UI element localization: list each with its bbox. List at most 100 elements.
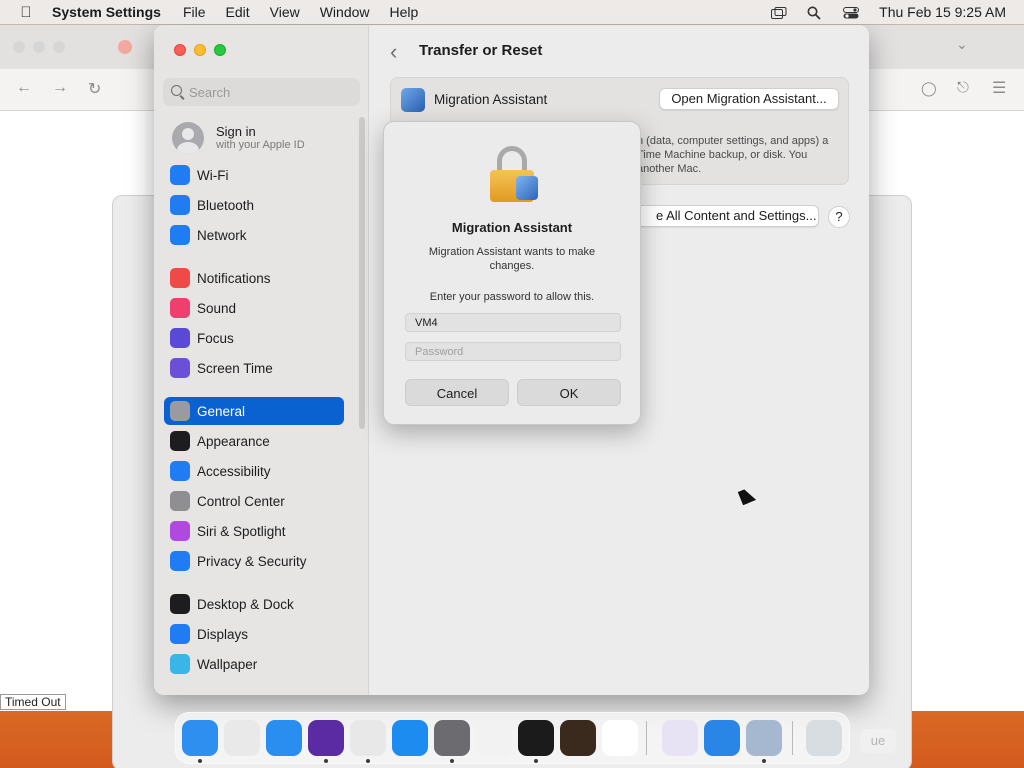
- window-close-button[interactable]: [174, 44, 186, 56]
- sidebar-item-control-center[interactable]: Control Center: [164, 487, 344, 515]
- sidebar-item-notifications[interactable]: Notifications: [164, 264, 344, 292]
- sidebar-item-wi-fi[interactable]: Wi-Fi: [164, 161, 344, 189]
- sidebar-item-screen-time[interactable]: Screen Time: [164, 354, 344, 382]
- sidebar-item-label: Displays: [197, 626, 249, 642]
- sidebar-item-desktop-dock[interactable]: Desktop & Dock: [164, 590, 344, 618]
- sound-speaker-icon: [170, 298, 190, 318]
- dialog-prompt: Enter your password to allow this.: [429, 291, 595, 303]
- window-minimize-button[interactable]: [194, 44, 206, 56]
- sidebar-item-label: Notifications: [197, 270, 271, 286]
- browser-menu-icon[interactable]: ☰: [992, 78, 1006, 98]
- avatar: [172, 122, 204, 154]
- vscode-icon[interactable]: [602, 720, 638, 756]
- sidebar-scrollbar[interactable]: [359, 117, 365, 429]
- apple-id-sign-in[interactable]: Sign in with your Apple ID: [172, 122, 352, 158]
- textedit-icon[interactable]: [476, 720, 512, 756]
- sidebar-item-general[interactable]: General: [164, 397, 344, 425]
- sidebar-item-displays[interactable]: Displays: [164, 620, 344, 648]
- menu-view[interactable]: View: [270, 4, 300, 20]
- menu-help[interactable]: Help: [390, 4, 419, 20]
- sidebar-item-appearance[interactable]: Appearance: [164, 427, 344, 455]
- authorization-dialog: Migration Assistant Migration Assistant …: [383, 121, 641, 425]
- trash-icon[interactable]: [806, 720, 842, 756]
- chrome-icon[interactable]: [350, 720, 386, 756]
- window-zoom-button[interactable]: [214, 44, 226, 56]
- sidebar-item-privacy-security[interactable]: Privacy & Security: [164, 547, 344, 575]
- signin-subtitle: with your Apple ID: [216, 139, 305, 151]
- migration-label: Migration Assistant: [434, 92, 548, 107]
- siri-icon: [170, 521, 190, 541]
- general-gear-icon: [170, 401, 190, 421]
- screen-mirroring-icon[interactable]: [771, 6, 787, 19]
- menu-datetime[interactable]: Thu Feb 15 9:25 AM: [879, 4, 1006, 20]
- sidebar-item-label: Privacy & Security: [197, 553, 307, 569]
- browser-close-button[interactable]: [13, 41, 25, 53]
- terminal-icon[interactable]: [518, 720, 554, 756]
- pocket-icon[interactable]: ◯: [921, 80, 937, 97]
- sidebar-item-accessibility[interactable]: Accessibility: [164, 457, 344, 485]
- erase-all-content-button[interactable]: e All Content and Settings...: [625, 205, 819, 227]
- sidebar-item-wallpaper[interactable]: Wallpaper: [164, 650, 344, 678]
- firefox-icon[interactable]: [308, 720, 344, 756]
- password-field[interactable]: [405, 342, 621, 361]
- browser-page-continue-button[interactable]: ue: [860, 729, 896, 753]
- app-store-icon[interactable]: [392, 720, 428, 756]
- browser-reload-icon[interactable]: ↻: [88, 79, 101, 99]
- apple-menu-icon[interactable]: : [0, 4, 52, 21]
- wifi-icon: [170, 165, 190, 185]
- sidebar-item-label: Accessibility: [197, 463, 271, 479]
- sidebar-item-siri-spotlight[interactable]: Siri & Spotlight: [164, 517, 344, 545]
- control-center-menu-icon[interactable]: [843, 6, 860, 19]
- open-migration-assistant-button[interactable]: Open Migration Assistant...: [659, 88, 839, 110]
- dock: [175, 712, 850, 764]
- browser-forward-icon[interactable]: →: [52, 79, 68, 97]
- weather-icon[interactable]: [704, 720, 740, 756]
- tab-list-chevron-icon[interactable]: ⌄: [956, 36, 968, 53]
- cancel-button[interactable]: Cancel: [405, 379, 509, 406]
- notifications-bell-icon: [170, 268, 190, 288]
- sidebar-item-network[interactable]: Network: [164, 221, 344, 249]
- sidebar-item-label: Appearance: [197, 433, 270, 449]
- bluetooth-icon: [170, 195, 190, 215]
- migration-badge-icon: [516, 176, 538, 200]
- sidebar-search-field[interactable]: Search: [163, 78, 360, 106]
- launchpad-icon[interactable]: [224, 720, 260, 756]
- privacy-hand-icon: [170, 551, 190, 571]
- ok-button[interactable]: OK: [517, 379, 621, 406]
- safari-compass-icon[interactable]: [266, 720, 302, 756]
- dock-separator: [646, 721, 647, 755]
- browser-zoom-button[interactable]: [53, 41, 65, 53]
- username-field[interactable]: [405, 313, 621, 332]
- spotlight-search-icon[interactable]: [807, 6, 823, 20]
- dialog-message: Migration Assistant wants to make change…: [428, 246, 596, 272]
- sidebar-item-bluetooth[interactable]: Bluetooth: [164, 191, 344, 219]
- menu-edit[interactable]: Edit: [226, 4, 250, 20]
- browser-back-icon[interactable]: ←: [16, 79, 32, 97]
- extensions-icon[interactable]: ⎋: [957, 79, 969, 96]
- browser-tab-favicon-icon[interactable]: [118, 40, 132, 54]
- menu-bar:  System Settings File Edit View Window …: [0, 0, 1024, 24]
- system-settings-gear-icon[interactable]: [434, 720, 470, 756]
- help-button[interactable]: ?: [828, 206, 850, 228]
- sidebar-item-focus[interactable]: Focus: [164, 324, 344, 352]
- desktop-dock-icon: [170, 594, 190, 614]
- migration-assistant-icon: [401, 88, 425, 112]
- search-icon: [171, 85, 182, 96]
- garageband-guitar-icon[interactable]: [560, 720, 596, 756]
- visual-studio-icon[interactable]: [662, 720, 698, 756]
- menu-app-name[interactable]: System Settings: [52, 4, 161, 20]
- running-indicator: [534, 759, 538, 763]
- lock-icon: [490, 146, 538, 202]
- sidebar-item-label: Sound: [197, 300, 237, 316]
- menu-window[interactable]: Window: [320, 4, 370, 20]
- back-chevron-icon[interactable]: ‹: [390, 39, 397, 65]
- sidebar-item-sound[interactable]: Sound: [164, 294, 344, 322]
- browser-minimize-button[interactable]: [33, 41, 45, 53]
- wallpaper-flower-icon: [170, 654, 190, 674]
- migration-assistant-icon[interactable]: [746, 720, 782, 756]
- running-indicator: [450, 759, 454, 763]
- sidebar-item-label: Focus: [197, 330, 234, 346]
- settings-sidebar: Search Sign in with your Apple ID Wi-Fi B…: [154, 25, 369, 695]
- finder-icon[interactable]: [182, 720, 218, 756]
- menu-file[interactable]: File: [183, 4, 206, 20]
